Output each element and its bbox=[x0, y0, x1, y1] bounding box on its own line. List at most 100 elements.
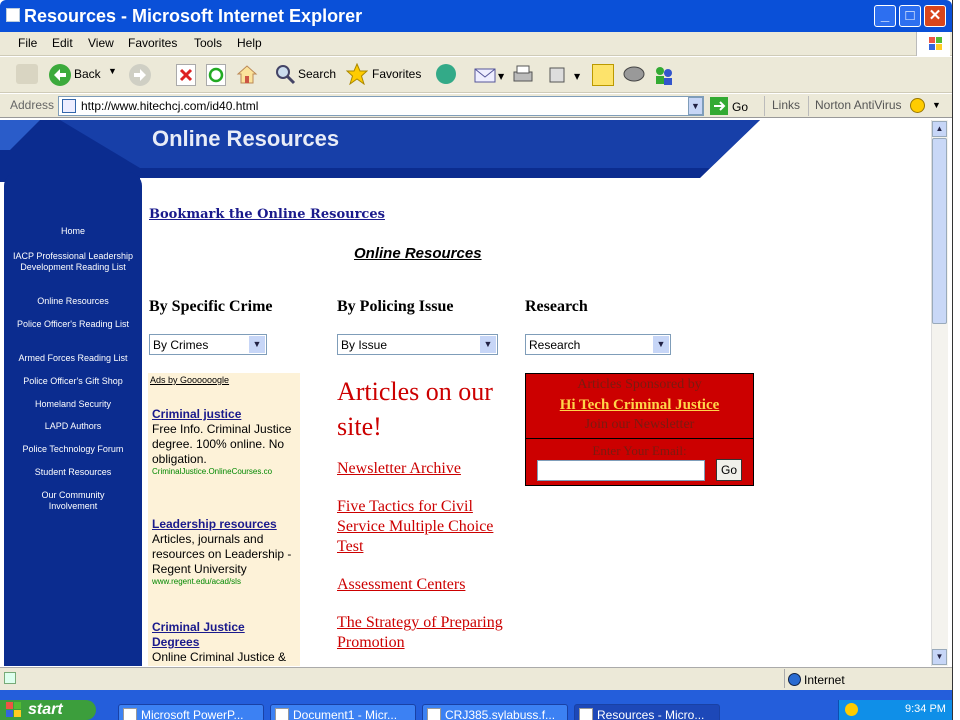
nav-community-involvement[interactable]: Our Community Involvement bbox=[24, 490, 122, 512]
mail-button[interactable]: ▼ bbox=[474, 64, 508, 86]
column-header-crime: By Specific Crime bbox=[149, 298, 273, 315]
ads-header[interactable]: Ads by Goooooogle bbox=[150, 375, 229, 385]
nav-homeland-security[interactable]: Homeland Security bbox=[4, 399, 142, 410]
home-button[interactable] bbox=[236, 63, 258, 85]
history-icon[interactable] bbox=[436, 64, 456, 84]
internet-globe-icon bbox=[788, 673, 801, 686]
edit-page-icon[interactable] bbox=[16, 64, 38, 84]
left-nav-panel bbox=[4, 172, 142, 666]
forward-button[interactable] bbox=[128, 63, 164, 87]
task-label: Resources - Micro... bbox=[597, 708, 705, 720]
go-button[interactable]: Go bbox=[710, 97, 754, 116]
back-button[interactable]: Back ▼ bbox=[48, 62, 120, 88]
ad-title[interactable]: Criminal Justice Degrees bbox=[152, 620, 272, 650]
print-button[interactable] bbox=[512, 64, 534, 86]
scroll-thumb[interactable] bbox=[932, 138, 947, 324]
window-edge bbox=[952, 0, 960, 720]
crime-select-value: By Crimes bbox=[153, 338, 209, 352]
edit-button[interactable]: ▼ bbox=[548, 64, 588, 86]
scroll-down-icon[interactable]: ▼ bbox=[932, 649, 947, 665]
task-resources[interactable]: Resources - Micro... bbox=[574, 704, 720, 720]
windows-flag-icon bbox=[916, 32, 950, 56]
nav-student-resources[interactable]: Student Resources bbox=[4, 467, 142, 478]
email-field[interactable] bbox=[537, 460, 705, 481]
nav-iacp-reading-list[interactable]: IACP Professional Leadership Development… bbox=[8, 251, 138, 273]
notes-icon[interactable] bbox=[592, 64, 614, 86]
nav-online-resources[interactable]: Online Resources bbox=[4, 296, 142, 307]
nav-home[interactable]: Home bbox=[4, 226, 142, 237]
chevron-down-icon[interactable]: ▼ bbox=[249, 336, 265, 353]
start-button[interactable]: start bbox=[0, 700, 96, 720]
search-button[interactable]: Search bbox=[274, 63, 338, 87]
norton-antivirus-label[interactable]: Norton AntiVirus bbox=[815, 98, 902, 112]
crime-select[interactable]: By Crimes ▼ bbox=[149, 334, 267, 355]
nav-lapd-authors[interactable]: LAPD Authors bbox=[4, 421, 142, 432]
links-label[interactable]: Links bbox=[772, 98, 800, 112]
task-powerpoint[interactable]: Microsoft PowerP... bbox=[118, 704, 264, 720]
chevron-down-icon[interactable]: ▼ bbox=[480, 336, 496, 353]
nav-gift-shop[interactable]: Police Officer's Gift Shop bbox=[4, 376, 142, 387]
close-button[interactable]: ✕ bbox=[924, 5, 946, 27]
url-dropdown-icon[interactable]: ▼ bbox=[688, 97, 703, 115]
nav-police-technology-forum[interactable]: Police Technology Forum bbox=[4, 444, 142, 455]
newsletter-join-line: Join our Newsletter bbox=[584, 417, 695, 432]
stop-button[interactable] bbox=[176, 64, 196, 86]
ad-title[interactable]: Criminal justice bbox=[152, 407, 298, 421]
article-link[interactable]: Assessment Centers bbox=[337, 575, 507, 595]
scroll-up-icon[interactable]: ▲ bbox=[932, 121, 947, 137]
page-content: Online Resources Home IACP Professional … bbox=[0, 120, 931, 666]
search-label: Search bbox=[298, 67, 337, 81]
tray-icon[interactable] bbox=[845, 703, 858, 716]
address-label: Address bbox=[10, 98, 55, 112]
home-icon bbox=[236, 65, 258, 84]
column-header-research: Research bbox=[525, 298, 588, 315]
article-link[interactable]: Newsletter Archive bbox=[337, 459, 507, 479]
minimize-button[interactable]: _ bbox=[874, 5, 896, 27]
favorites-button[interactable]: Favorites bbox=[346, 63, 426, 87]
ad-title[interactable]: Leadership resources bbox=[152, 517, 298, 531]
nav-officer-reading-list[interactable]: Police Officer's Reading List bbox=[12, 319, 134, 330]
task-crj385[interactable]: CRJ385.sylabuss.f... bbox=[422, 704, 568, 720]
menu-file[interactable]: File bbox=[18, 36, 37, 50]
ad-url[interactable]: www.regent.edu/acad/sls bbox=[152, 577, 300, 586]
maximize-button[interactable]: □ bbox=[899, 5, 921, 27]
start-label: start bbox=[28, 701, 63, 718]
issue-select[interactable]: By Issue ▼ bbox=[337, 334, 498, 355]
ie-app-icon bbox=[6, 8, 20, 22]
discuss-button[interactable] bbox=[622, 64, 646, 86]
article-link[interactable]: Five Tactics for Civil Service Multiple … bbox=[337, 497, 507, 557]
nav-armed-forces-reading-list[interactable]: Armed Forces Reading List bbox=[4, 353, 142, 364]
printer-icon bbox=[513, 65, 533, 82]
star-icon bbox=[346, 63, 368, 85]
page-icon bbox=[62, 99, 76, 113]
newsletter-sponsor-line: Articles Sponsored by bbox=[577, 377, 702, 392]
newsletter-go-button[interactable]: Go bbox=[716, 459, 742, 481]
research-select[interactable]: Research ▼ bbox=[525, 334, 671, 355]
url-field[interactable]: http://www.hitechcj.com/id40.html bbox=[58, 96, 704, 116]
newsletter-sponsor-link[interactable]: Hi Tech Criminal Justice bbox=[526, 397, 753, 414]
menu-favorites[interactable]: Favorites bbox=[128, 36, 177, 50]
refresh-icon bbox=[208, 67, 224, 83]
norton-dropdown-icon[interactable]: ▼ bbox=[932, 100, 941, 110]
ad-body: Articles, journals and resources on Lead… bbox=[152, 532, 292, 576]
menu-help[interactable]: Help bbox=[237, 36, 262, 50]
ad-url[interactable]: CriminalJustice.OnlineCourses.co bbox=[152, 467, 300, 476]
window-title: Resources - Microsoft Internet Explorer bbox=[24, 6, 363, 26]
back-dropdown-icon[interactable]: ▼ bbox=[108, 66, 117, 76]
menu-edit[interactable]: Edit bbox=[52, 36, 73, 50]
messenger-button[interactable] bbox=[652, 64, 676, 86]
google-ads-panel: Ads by Goooooogle Criminal justice Free … bbox=[148, 373, 300, 666]
svg-text:▼: ▼ bbox=[498, 72, 505, 81]
bookmark-link[interactable]: Bookmark the Online Resources bbox=[149, 207, 385, 222]
menu-view[interactable]: View bbox=[88, 36, 114, 50]
norton-shield-icon[interactable] bbox=[910, 98, 925, 113]
go-arrow-icon bbox=[710, 97, 728, 115]
menu-tools[interactable]: Tools bbox=[194, 36, 222, 50]
refresh-button[interactable] bbox=[206, 64, 226, 86]
back-label: Back bbox=[74, 67, 101, 81]
article-link[interactable]: The Strategy of Preparing Promotion bbox=[337, 613, 507, 653]
task-document1[interactable]: Document1 - Micr... bbox=[270, 704, 416, 720]
chevron-down-icon[interactable]: ▼ bbox=[653, 336, 669, 353]
toolbar-divider bbox=[808, 96, 809, 116]
back-arrow-icon bbox=[49, 64, 71, 86]
